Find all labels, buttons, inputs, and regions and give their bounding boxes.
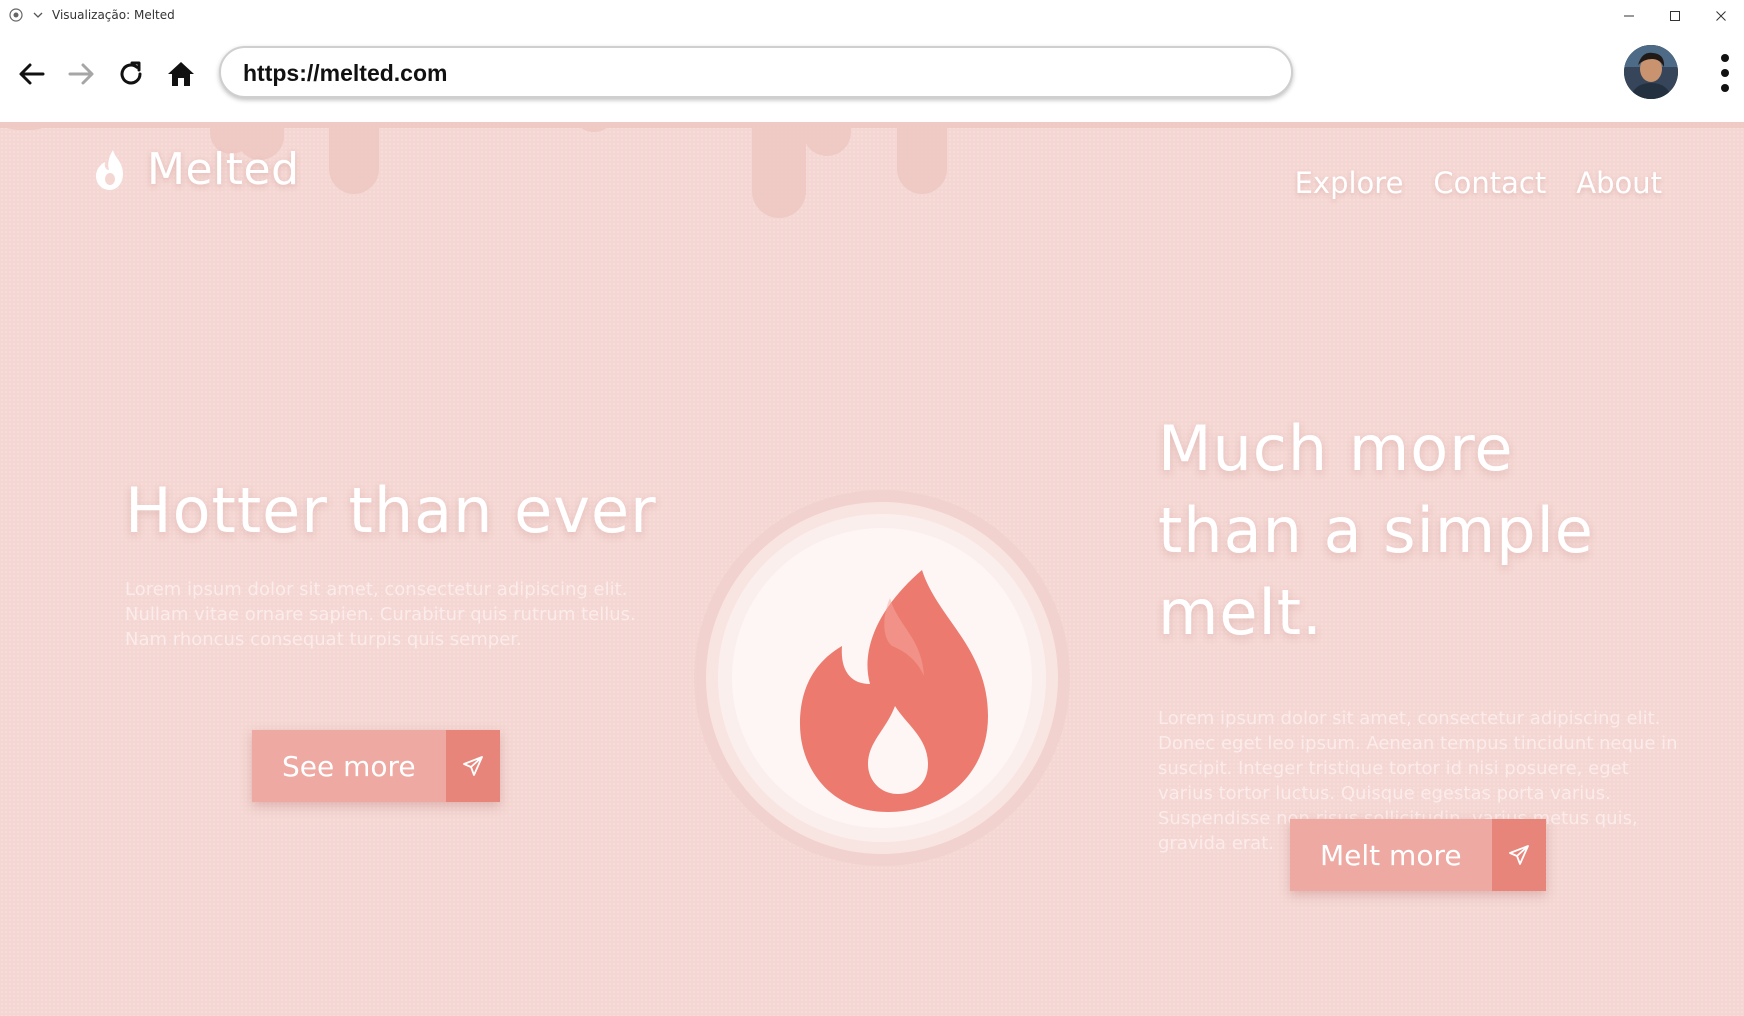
- maximize-icon: [1670, 10, 1680, 21]
- brand-name: Melted: [147, 144, 300, 195]
- send-icon: [462, 756, 483, 776]
- melt-more-arrow: [1491, 819, 1546, 891]
- back-button[interactable]: [12, 54, 52, 94]
- home-button[interactable]: [161, 54, 201, 94]
- forward-arrow-icon: [68, 63, 94, 85]
- main-nav: Explore Contact About: [1295, 166, 1662, 200]
- kebab-menu-icon[interactable]: [1713, 50, 1737, 96]
- melt-more-button[interactable]: Melt more: [1290, 819, 1546, 891]
- hero-right-title: Much more than a simple melt.: [1158, 412, 1594, 649]
- minimize-icon: [1624, 15, 1634, 16]
- home-icon: [168, 62, 194, 86]
- send-icon: [1508, 845, 1529, 865]
- hero-left-text: Lorem ipsum dolor sit amet, consectetur …: [125, 579, 636, 650]
- window-titlebar: Visualização: Melted: [0, 0, 1744, 31]
- flame-emblem: [694, 490, 1070, 866]
- nav-explore[interactable]: Explore: [1295, 166, 1404, 200]
- nav-about[interactable]: About: [1576, 166, 1662, 200]
- see-more-button[interactable]: See more: [252, 730, 500, 802]
- brand[interactable]: Melted: [93, 144, 300, 195]
- reload-button[interactable]: [111, 54, 151, 94]
- window-icon[interactable]: [9, 8, 23, 22]
- window-title: Visualização: Melted: [52, 8, 175, 22]
- url-input[interactable]: [241, 56, 1245, 90]
- close-icon: [1716, 10, 1726, 21]
- avatar[interactable]: [1624, 45, 1678, 99]
- hero-left: Hotter than ever Lorem ipsum dolor sit a…: [125, 474, 657, 670]
- back-arrow-icon: [19, 63, 45, 85]
- reload-icon: [120, 61, 142, 85]
- maximize-button[interactable]: [1652, 0, 1698, 31]
- flame-logo-icon: [96, 149, 123, 190]
- hero-left-title: Hotter than ever: [125, 474, 657, 547]
- see-more-arrow: [445, 730, 500, 802]
- web-page: Melted Explore Contact About Hotter than…: [0, 122, 1744, 1016]
- melt-more-label: Melt more: [1290, 819, 1492, 891]
- chevron-down-icon[interactable]: [32, 9, 44, 21]
- user-photo: [1624, 45, 1678, 99]
- nav-contact[interactable]: Contact: [1433, 166, 1546, 200]
- minimize-button[interactable]: [1606, 0, 1652, 31]
- address-bar[interactable]: [219, 46, 1293, 98]
- close-button[interactable]: [1698, 0, 1744, 31]
- browser-toolbar: [0, 31, 1744, 123]
- forward-button[interactable]: [61, 54, 101, 94]
- see-more-label: See more: [252, 730, 446, 802]
- hero-right: Much more than a simple melt. Lorem ipsu…: [1158, 408, 1678, 874]
